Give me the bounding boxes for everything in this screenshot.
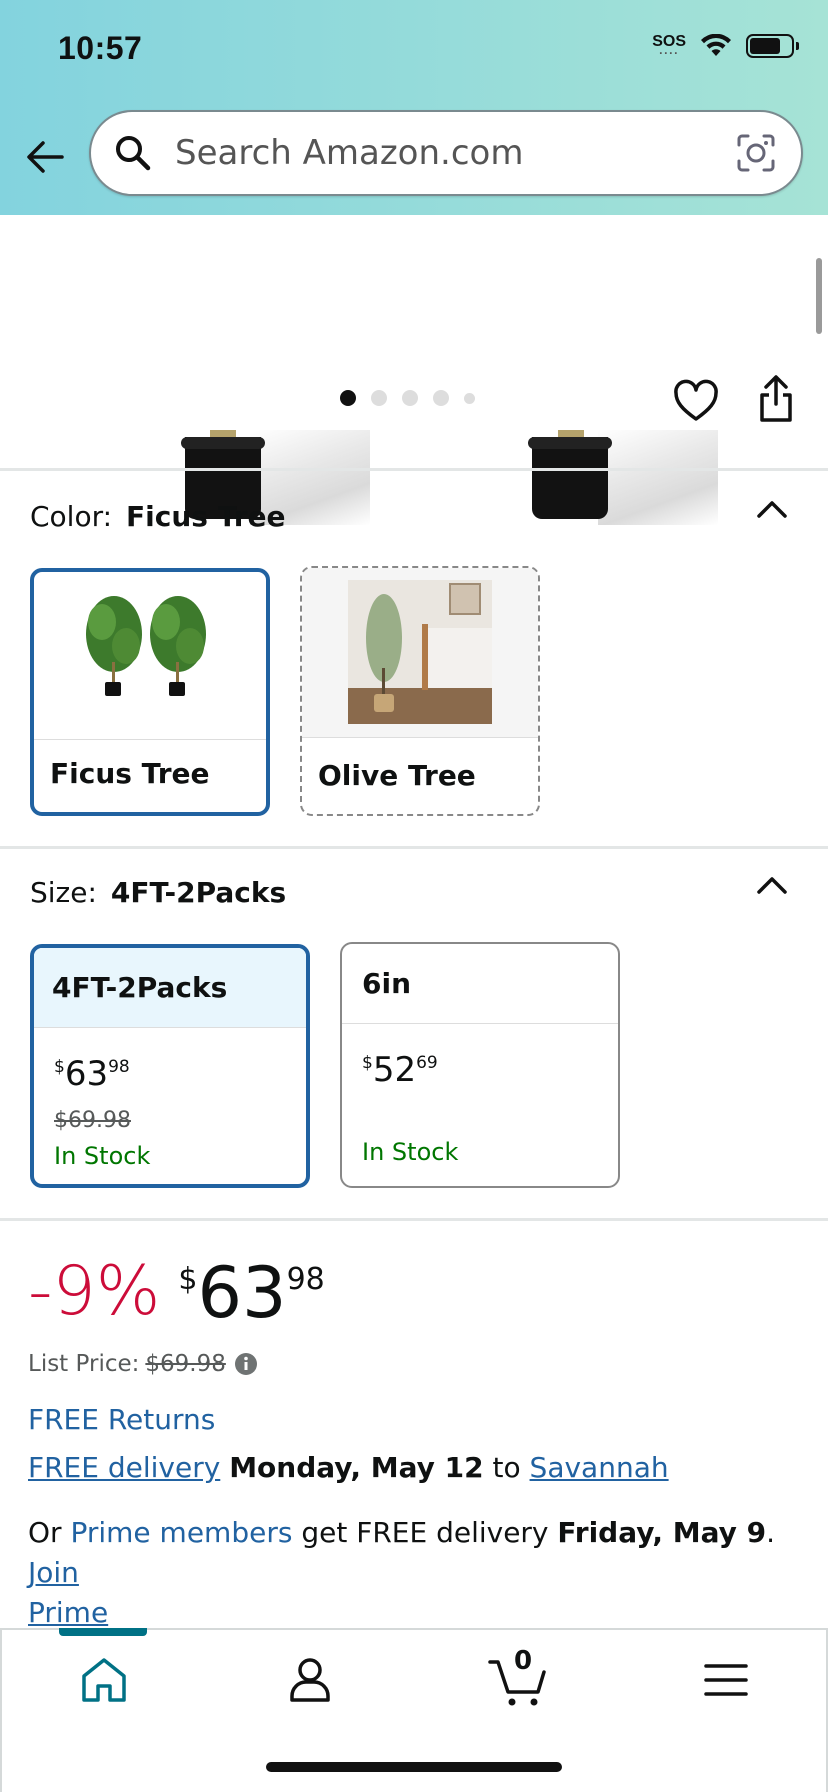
size-option-name: 6in	[342, 944, 618, 1024]
join-prime-link[interactable]: Prime	[28, 1596, 108, 1629]
home-icon[interactable]	[74, 1650, 134, 1710]
free-delivery-link[interactable]: FREE delivery	[28, 1451, 220, 1484]
scrollbar[interactable]	[816, 258, 822, 334]
stock-status: In Stock	[54, 1142, 151, 1170]
size-option-name: 4FT-2Packs	[34, 948, 306, 1028]
size-section-label: Size: 4FT-2Packs	[30, 876, 286, 909]
section-divider	[0, 468, 828, 471]
plant-pot-image	[528, 437, 612, 519]
menu-icon[interactable]	[696, 1650, 756, 1710]
status-time: 10:57	[58, 30, 143, 66]
price-whole: 52	[372, 1050, 417, 1090]
ficus-tree-thumbnail	[34, 572, 266, 740]
price-cents: 98	[286, 1262, 325, 1297]
chevron-up-icon[interactable]	[756, 498, 788, 520]
color-selected-value: Ficus Tree	[126, 500, 286, 533]
size-option-4ft-2packs[interactable]: 4FT-2Packs $63 98 $69.98 In Stock	[30, 944, 310, 1188]
prime-prefix: Or	[28, 1516, 62, 1549]
section-divider	[0, 1218, 828, 1221]
sos-indicator: SOS ····	[652, 34, 686, 60]
price-symbol: $	[178, 1262, 198, 1297]
color-option-olive-tree[interactable]: Olive Tree	[300, 566, 540, 816]
size-label: Size:	[30, 876, 97, 909]
camera-search-icon[interactable]	[735, 132, 777, 174]
heart-icon[interactable]	[672, 377, 720, 425]
wifi-icon	[701, 34, 731, 56]
join-prime-link[interactable]: Join	[28, 1556, 79, 1589]
olive-tree-image	[348, 580, 492, 724]
back-arrow-icon[interactable]	[24, 136, 66, 178]
account-icon[interactable]	[280, 1650, 340, 1710]
prime-delivery-info: Or Prime members get FREE delivery Frida…	[28, 1513, 808, 1633]
size-option-list-price: $69.98	[54, 1108, 131, 1133]
size-selected-value: 4FT-2Packs	[110, 876, 287, 909]
delivery-location-link[interactable]: Savannah	[530, 1451, 669, 1484]
color-option-ficus-tree[interactable]: Ficus Tree	[30, 568, 270, 816]
info-icon[interactable]	[234, 1352, 258, 1376]
size-option-6in[interactable]: 6in $52 69 In Stock	[340, 942, 620, 1188]
size-option-price: $52 69	[362, 1050, 438, 1090]
search-icon	[116, 136, 151, 171]
price-symbol: $	[54, 1057, 65, 1077]
ficus-tree-image	[86, 596, 206, 696]
image-pagination-dots[interactable]	[340, 390, 475, 406]
pagination-dot[interactable]	[340, 390, 356, 406]
app-header: 10:57 SOS ····	[0, 0, 828, 215]
color-label: Color:	[30, 500, 113, 533]
stock-status: In Stock	[362, 1138, 459, 1166]
active-tab-indicator	[59, 1628, 147, 1636]
battery-icon	[746, 34, 799, 58]
color-option-label: Olive Tree	[318, 759, 476, 792]
delivery-info: FREE delivery Monday, May 12 to Savannah	[28, 1451, 669, 1484]
delivery-date: Monday, May 12	[229, 1451, 484, 1484]
search-input[interactable]	[175, 133, 735, 173]
status-icons: SOS ····	[652, 34, 799, 60]
prime-middle-text: get FREE delivery	[301, 1516, 549, 1549]
color-section-label: Color: Ficus Tree	[30, 500, 286, 533]
list-price-value: $69.98	[145, 1351, 226, 1377]
home-indicator[interactable]	[266, 1762, 562, 1772]
pagination-dot[interactable]	[371, 390, 387, 406]
signal-dots: ····	[659, 46, 680, 60]
delivery-to: to	[492, 1451, 521, 1484]
list-price-label: List Price:	[28, 1351, 140, 1377]
price-cents: 98	[108, 1057, 130, 1077]
share-icon[interactable]	[756, 374, 796, 424]
pagination-dot[interactable]	[433, 390, 449, 406]
prime-period: .	[766, 1516, 775, 1549]
prime-delivery-date: Friday, May 9	[557, 1516, 767, 1549]
price-whole: 63	[64, 1054, 109, 1094]
chevron-up-icon[interactable]	[756, 874, 788, 896]
product-image-shadow	[598, 430, 718, 525]
size-option-price: $63 98	[54, 1054, 130, 1094]
prime-members-link[interactable]: Prime members	[70, 1516, 292, 1549]
price-symbol: $	[362, 1053, 373, 1073]
free-returns-link[interactable]: FREE Returns	[28, 1403, 215, 1436]
price-whole: 63	[197, 1252, 287, 1334]
price-block: -9% $ 63 98	[28, 1252, 325, 1334]
pagination-dot[interactable]	[402, 390, 418, 406]
olive-tree-thumbnail	[302, 568, 538, 738]
pagination-dot[interactable]	[464, 392, 475, 404]
search-bar[interactable]	[89, 110, 803, 196]
price-cents: 69	[416, 1053, 438, 1073]
color-option-label: Ficus Tree	[50, 757, 210, 790]
section-divider	[0, 846, 828, 849]
product-image-gallery[interactable]	[0, 215, 828, 525]
cart-count-badge: 0	[514, 1646, 533, 1676]
list-price: List Price: $69.98	[28, 1351, 258, 1377]
discount-percent: -9%	[28, 1252, 161, 1331]
